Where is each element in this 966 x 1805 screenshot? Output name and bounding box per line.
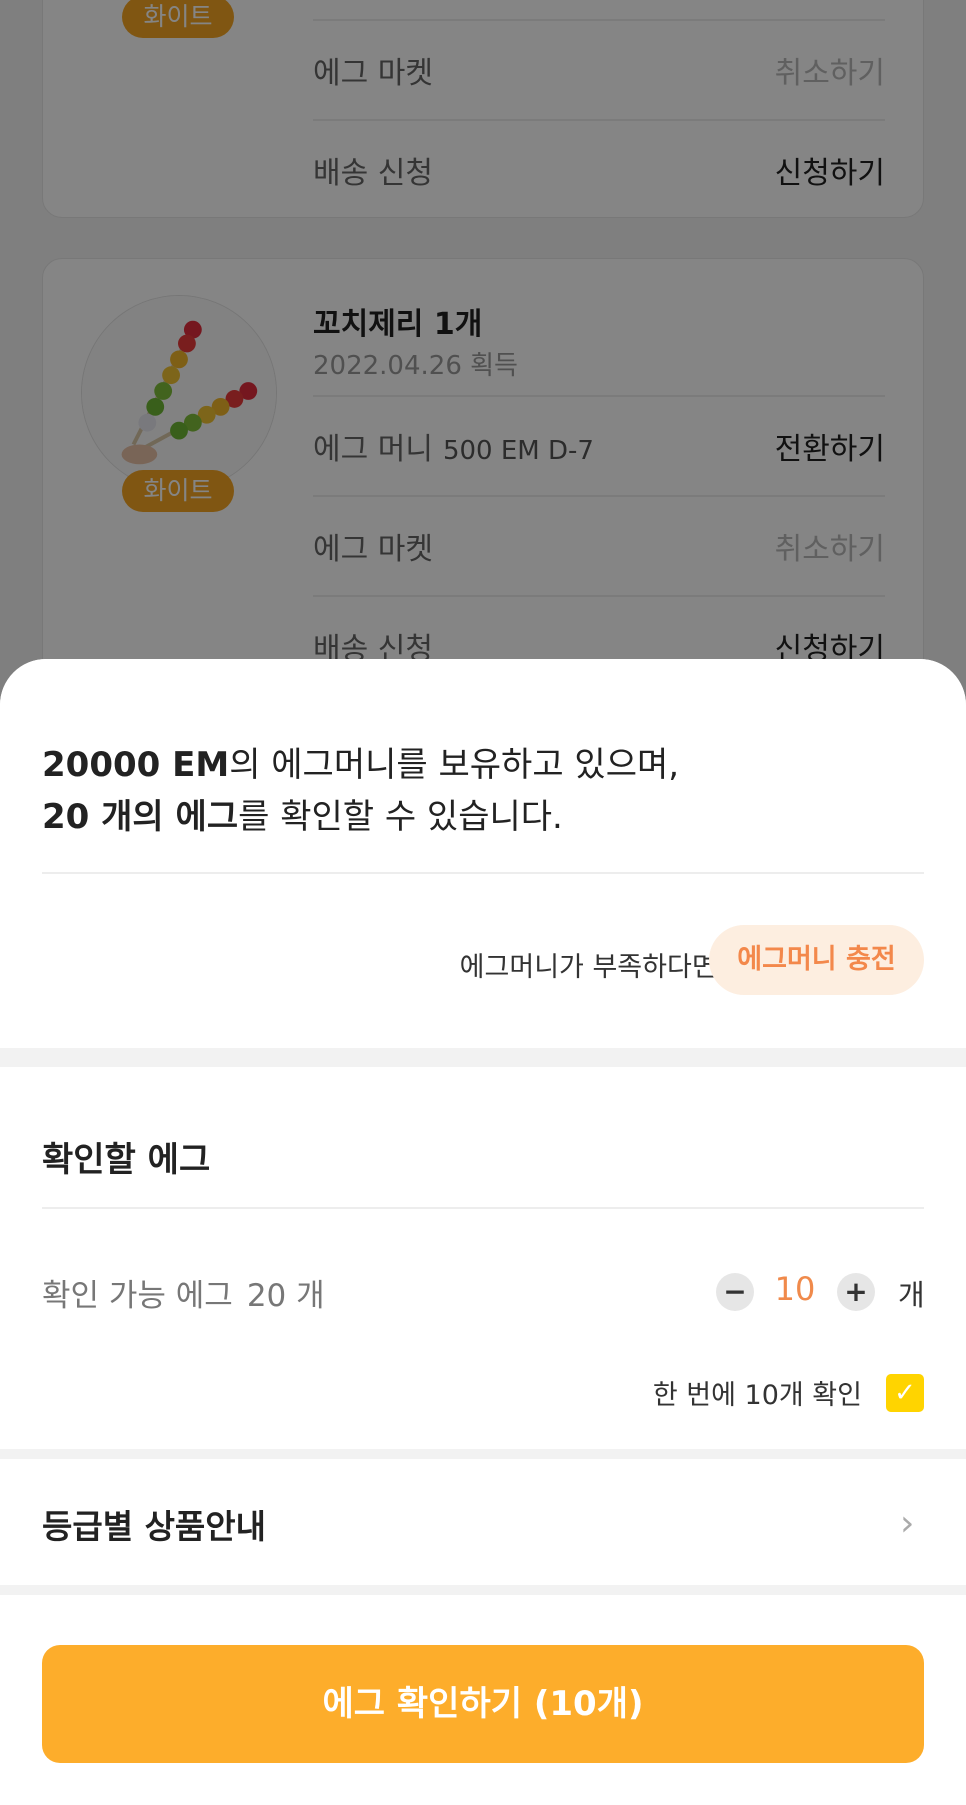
grade-info-row[interactable]: 등급별 상품안내 ›	[0, 1459, 966, 1585]
balance-text: 의 에그머니를 보유하고 있으며,	[229, 745, 680, 785]
batch-confirm-label: 한 번에 10개 확인	[652, 1380, 862, 1411]
grade-info-label: 등급별 상품안내	[42, 1507, 267, 1546]
chevron-right-icon: ›	[900, 1503, 915, 1544]
balance-section: 20000 EM의 에그머니를 보유하고 있으며, 20 개의 에그를 확인할 …	[0, 659, 966, 1048]
egg-quantity-section: 확인할 에그 확인 가능 에그 20 개 − 10 + 개 한 번에 10개 확인…	[0, 1067, 966, 1449]
egg-confirm-bottom-sheet: 20000 EM의 에그머니를 보유하고 있으며, 20 개의 에그를 확인할 …	[0, 659, 966, 1805]
available-label: 확인 가능 에그	[42, 1278, 233, 1314]
available-count: 20 개	[246, 1278, 325, 1314]
balance-summary: 20000 EM의 에그머니를 보유하고 있으며, 20 개의 에그를 확인할 …	[42, 739, 679, 843]
balance-amount: 20000 EM	[42, 745, 230, 785]
plus-icon[interactable]: +	[837, 1273, 875, 1311]
divider	[42, 872, 924, 874]
egg-count-text: 를 확인할 수 있습니다.	[238, 797, 563, 837]
minus-icon[interactable]: −	[716, 1273, 754, 1311]
confirm-eggs-button[interactable]: 에그 확인하기 (10개)	[42, 1645, 924, 1763]
check-icon[interactable]: ✓	[886, 1374, 924, 1412]
confirm-section: 에그 확인하기 (10개)	[0, 1595, 966, 1805]
quantity-value: 10	[774, 1270, 816, 1308]
charge-egg-money-button[interactable]: 에그머니 충전	[709, 925, 924, 995]
shortage-prompt: 에그머니가 부족하다면?	[459, 952, 731, 983]
quantity-unit: 개	[898, 1278, 925, 1312]
egg-count-line: 20 개의 에그를 확인할 수 있습니다.	[42, 791, 679, 843]
egg-count: 20 개의 에그	[42, 797, 239, 837]
balance-line: 20000 EM의 에그머니를 보유하고 있으며,	[42, 739, 679, 791]
section-title: 확인할 에그	[42, 1140, 211, 1180]
divider	[42, 1207, 924, 1209]
available-eggs: 확인 가능 에그 20 개	[42, 1270, 325, 1315]
